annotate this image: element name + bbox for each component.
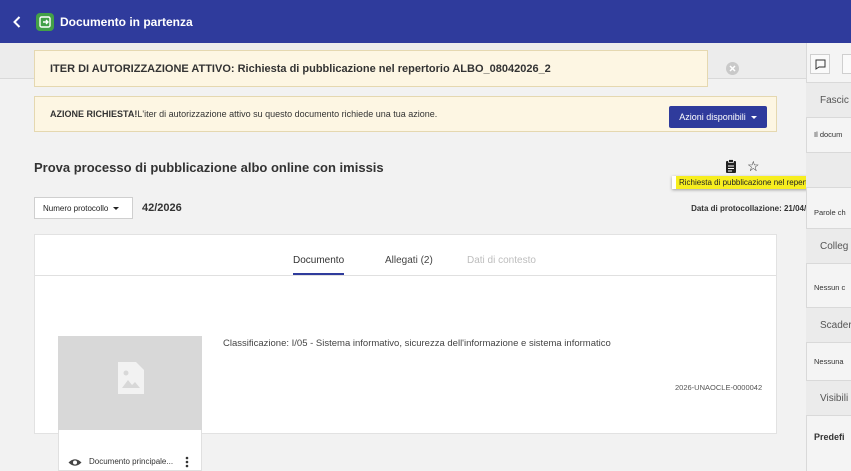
more-vertical-icon[interactable] [185, 456, 189, 468]
main-document-label: Documento principale... [89, 457, 174, 466]
protocol-number-value: 42/2026 [142, 202, 182, 214]
sidebar-section-parole[interactable] [806, 152, 851, 188]
available-actions-label: Azioni disponibili [679, 112, 746, 122]
outgoing-document-icon [36, 12, 54, 31]
star-icon[interactable]: ☆ [747, 158, 760, 175]
classification-text: Classificazione: I/05 - Sistema informat… [223, 338, 611, 349]
sidebar-text-scadenze: Nessuna [814, 357, 844, 366]
chevron-down-icon [113, 206, 120, 210]
sidebar-section-collegamenti[interactable]: Colleg [806, 228, 851, 264]
comment-icon[interactable] [810, 54, 830, 74]
sidebar-text-visibilita: Predefi [814, 432, 845, 442]
protocol-number-label: Numero protocollo [43, 203, 109, 213]
iter-banner-text: ITER DI AUTORIZZAZIONE ATTIVO: Richiesta… [50, 62, 551, 75]
sidebar-section-fascicoli[interactable]: Fascic [806, 82, 851, 118]
eye-icon[interactable] [68, 458, 82, 467]
sidebar-section-scadenze[interactable]: Scader [806, 307, 851, 343]
action-required-banner: AZIONE RICHIESTA! L'iter di autorizzazio… [34, 96, 777, 132]
tab-allegati[interactable]: Allegati (2) [385, 255, 433, 266]
sidebar-text-parole: Parole ch [814, 208, 846, 217]
sidebar-button[interactable] [842, 54, 851, 74]
chevron-down-icon [750, 115, 757, 119]
tab-dati-contesto[interactable]: Dati di contesto [467, 255, 536, 266]
action-required-label: AZIONE RICHIESTA! [50, 109, 138, 119]
document-title: Prova processo di pubblicazione albo onl… [34, 160, 384, 175]
clipboard-icon[interactable] [725, 159, 737, 173]
protocol-number-dropdown[interactable]: Numero protocollo [34, 197, 133, 219]
document-code: 2026-UNAOCLE-0000042 [675, 383, 763, 392]
iter-banner: ITER DI AUTORIZZAZIONE ATTIVO: Richiesta… [34, 50, 708, 87]
sidebar-section-visibilita[interactable]: Visibili [806, 380, 851, 416]
app-header: Documento in partenza [0, 0, 851, 43]
close-icon[interactable] [726, 62, 739, 75]
document-tabs: Documento Allegati (2) Dati di contesto [35, 235, 776, 276]
sidebar-text-fascicoli: Il docum [814, 130, 843, 139]
tab-documento[interactable]: Documento [293, 255, 345, 275]
page-title: Documento in partenza [60, 14, 193, 29]
protocol-date: Data di protocollazione: 21/04/2026 [691, 204, 824, 213]
back-icon[interactable] [10, 15, 24, 29]
sidebar-text-collegamenti: Nessun c [814, 283, 846, 292]
image-placeholder-icon [116, 360, 146, 396]
available-actions-button[interactable]: Azioni disponibili [669, 106, 767, 128]
action-required-text: L'iter di autorizzazione attivo su quest… [137, 109, 438, 119]
